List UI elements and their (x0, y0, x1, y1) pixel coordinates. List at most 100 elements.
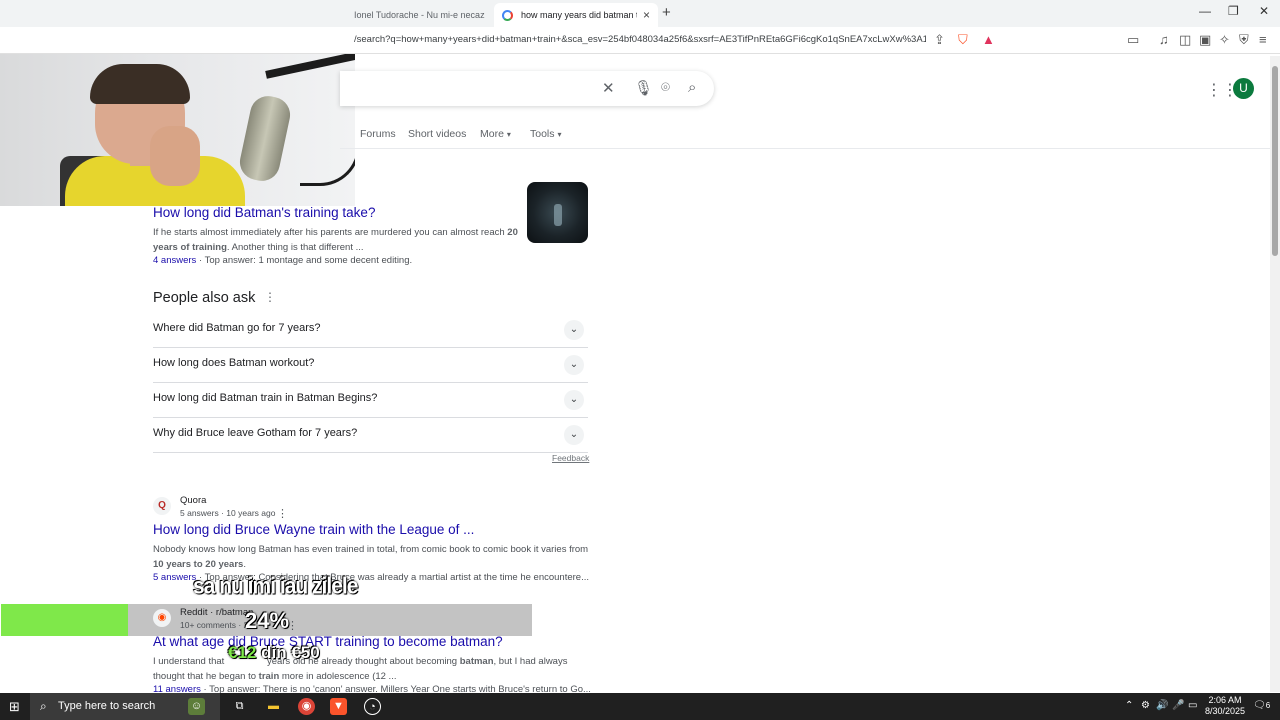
microphone-icon[interactable]: 🎤 (1172, 700, 1184, 711)
result-title-link[interactable]: How long did Batman's training take? (153, 205, 375, 220)
people-also-ask-heading: People also ask (153, 290, 256, 306)
browser-tab-inactive[interactable]: Ionel Tudorache - Nu mi-e necaz că (346, 3, 494, 27)
paa-question[interactable]: How long did Batman train in Batman Begi… (153, 383, 588, 418)
tab-forums[interactable]: Forums (360, 128, 396, 140)
tab-search-icon[interactable]: ▭ (1127, 32, 1139, 48)
result-title-link[interactable]: How long did Bruce Wayne train with the … (153, 522, 474, 537)
feedback-link[interactable]: Feedback (552, 453, 589, 463)
stream-caption: sa nu imi iau zilele (193, 573, 358, 600)
site-name[interactable]: Reddit · r/batman (180, 607, 253, 618)
more-options-icon[interactable]: ⋮ (264, 290, 276, 304)
new-tab-button[interactable]: + (662, 4, 671, 21)
menu-icon[interactable]: ≡ (1259, 32, 1267, 47)
tab-title: how many years did batman train (521, 10, 637, 20)
scrollbar-thumb[interactable] (1272, 66, 1278, 256)
brave-icon[interactable]: ▼ (330, 698, 347, 715)
paa-question-text: How long does Batman workout? (153, 357, 315, 369)
tab-title: Ionel Tudorache - Nu mi-e necaz că (354, 10, 486, 20)
restore-button[interactable]: ❐ (1228, 4, 1239, 18)
search-icon[interactable]: ⌕ (688, 79, 696, 96)
tab-tools[interactable]: Tools ▾ (530, 128, 561, 140)
tab-more-label: More (480, 128, 504, 140)
browser-tab-active[interactable]: how many years did batman train × (494, 3, 658, 27)
paa-question-text: Why did Bruce leave Gotham for 7 years? (153, 427, 358, 439)
snippet-text: If he starts almost immediately after hi… (153, 227, 505, 238)
snippet-text: Nobody knows how long Batman has even tr… (153, 544, 589, 555)
more-options-icon[interactable]: ⋮ (277, 507, 288, 520)
result-snippet: If he starts almost immediately after hi… (153, 225, 518, 255)
file-explorer-icon[interactable]: ▬ (265, 698, 282, 715)
snippet-bold: 20 (507, 227, 518, 238)
page-scrollbar[interactable] (1270, 56, 1280, 692)
answers-link[interactable]: 4 answers (153, 255, 196, 266)
tray-app-icon[interactable]: ⚙ (1141, 700, 1150, 711)
snippet-bold: train (258, 671, 280, 682)
taskbar-avatar-icon[interactable]: ☺ (188, 698, 205, 715)
task-view-icon[interactable]: ⧉ (231, 698, 248, 715)
snippet-bold: years of training (153, 242, 227, 253)
wallet-icon[interactable]: ▣ (1199, 32, 1211, 48)
tab-close-icon[interactable]: × (643, 8, 650, 22)
thumbnail-figure (554, 204, 562, 226)
chevron-down-icon: ▾ (506, 130, 511, 139)
obs-icon[interactable]: ◔ (364, 698, 381, 715)
result-snippet: I understand that years old he already t… (153, 654, 567, 684)
search-input[interactable]: ✕ 🎙 ⌾ ⌕ (340, 71, 714, 106)
media-controls-icon[interactable]: ♫ (1159, 32, 1169, 47)
taskbar-clock[interactable]: 2:06 AM 8/30/2025 (1200, 695, 1250, 717)
paa-question[interactable]: Where did Batman go for 7 years? ⌄ (153, 313, 588, 348)
site-name[interactable]: Quora (180, 495, 206, 506)
avatar[interactable]: U (1233, 78, 1254, 99)
reddit-favicon-icon: ◉ (153, 609, 171, 627)
notification-count: 6 (1265, 701, 1271, 710)
site-sub: 5 answers · 10 years ago (180, 508, 276, 518)
quora-favicon-icon: Q (153, 497, 171, 515)
tab-short-videos[interactable]: Short videos (408, 128, 466, 140)
chevron-down-icon: ⌄ (564, 355, 584, 375)
windows-start-icon[interactable]: ⊞ (9, 699, 20, 715)
paa-question[interactable]: Why did Bruce leave Gotham for 7 years? … (153, 418, 588, 453)
browser-tabbar: Ionel Tudorache - Nu mi-e necaz că how m… (0, 0, 1280, 27)
result-meta: 4 answers · Top answer: 1 montage and so… (153, 255, 412, 266)
webcam-person-hand (150, 126, 200, 186)
result-title-link[interactable]: At what age did Bruce START training to … (153, 634, 503, 649)
tray-chevron-icon[interactable]: ⌃ (1125, 700, 1133, 711)
close-window-button[interactable]: ✕ (1259, 4, 1269, 18)
snippet-text: more in adolescence (12 ... (281, 671, 397, 682)
nav-divider (340, 148, 1270, 149)
chevron-down-icon: ⌄ (564, 320, 584, 340)
notifications-icon[interactable]: 🗨6 (1253, 700, 1270, 711)
answers-link[interactable]: 5 answers (153, 572, 196, 583)
paa-question-text: Where did Batman go for 7 years? (153, 322, 321, 334)
top-answer-text: · Top answer: 1 montage and some decent … (196, 255, 413, 266)
address-bar[interactable]: /search?q=how+many+years+did+batman+trai… (354, 34, 926, 45)
brave-shields-icon[interactable]: ⛉ (958, 32, 968, 48)
tab-tools-label: Tools (530, 128, 555, 140)
clear-search-icon[interactable]: ✕ (602, 79, 615, 97)
network-icon[interactable]: ▭ (1188, 700, 1197, 711)
paa-question[interactable]: How long does Batman workout? ⌄ (153, 348, 588, 383)
tab-more[interactable]: More ▾ (480, 128, 511, 140)
taskbar-search-placeholder: Type here to search (58, 700, 156, 712)
snippet-text: . (243, 559, 246, 570)
donation-current: €12 (228, 643, 257, 662)
share-icon[interactable]: ⇪ (934, 32, 945, 48)
browser-toolbar: /search?q=how+many+years+did+batman+trai… (0, 27, 1280, 54)
vpn-icon[interactable]: ⛨ (1239, 32, 1249, 48)
volume-icon[interactable]: 🔊 (1156, 700, 1168, 711)
donation-amount: €12 din €50 (228, 643, 320, 663)
snippet-text: thought that he began to (153, 671, 257, 682)
chrome-icon[interactable]: ◉ (298, 698, 315, 715)
clock-time: 2:06 AM (1208, 695, 1242, 705)
sidebar-icon[interactable]: ◫ (1179, 32, 1191, 48)
voice-search-icon[interactable]: 🎙 (634, 79, 653, 97)
windows-taskbar: ⊞ ⌕ Type here to search ☺ ⧉ ▬ ◉ ▼ ◔ ⌃ ⚙ … (0, 693, 1280, 720)
webcam-microphone (236, 92, 294, 185)
image-search-icon[interactable]: ⌾ (661, 79, 670, 96)
minimize-button[interactable]: — (1199, 4, 1211, 18)
result-thumbnail[interactable] (527, 182, 588, 243)
leo-ai-icon[interactable]: ✧ (1219, 32, 1230, 48)
search-icon: ⌕ (40, 699, 47, 713)
webcam-person-hair (90, 64, 190, 104)
brave-rewards-icon[interactable]: ▲ (982, 32, 995, 47)
